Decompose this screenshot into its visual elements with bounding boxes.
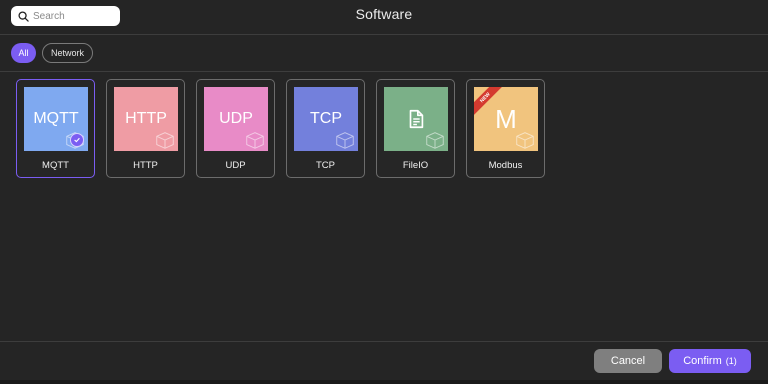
- tile: UDP: [204, 87, 268, 151]
- tile-text: TCP: [310, 110, 342, 127]
- card-label: TCP: [316, 160, 335, 171]
- card-label: MQTT: [42, 160, 69, 171]
- filter-divider: [0, 71, 768, 72]
- tile: [384, 87, 448, 151]
- header-bar: Software: [0, 0, 768, 35]
- card-label: UDP: [225, 160, 246, 171]
- package-icon: [156, 132, 174, 149]
- tile: NEW M: [474, 87, 538, 151]
- confirm-button[interactable]: Confirm (1): [669, 349, 751, 373]
- tile-text: MQTT: [33, 110, 79, 127]
- selected-check-icon: [70, 133, 84, 147]
- filter-chips: All Network: [11, 43, 93, 63]
- card-label: FileIO: [402, 160, 429, 171]
- software-card-http[interactable]: HTTP HTTP: [106, 79, 185, 178]
- software-card-fileio[interactable]: FileIO: [376, 79, 455, 178]
- package-icon: [336, 132, 354, 149]
- confirm-count: (1): [725, 356, 737, 366]
- package-icon: [426, 132, 444, 149]
- confirm-label: Confirm: [683, 355, 722, 367]
- software-card-mqtt[interactable]: MQTT MQTT: [16, 79, 95, 178]
- software-card-modbus[interactable]: NEW M Modbus: [466, 79, 545, 178]
- software-grid: MQTT MQTT HTTP HTTP UDP UDP TCP TCP File…: [16, 79, 545, 178]
- card-label: Modbus: [488, 160, 523, 171]
- tile-text: UDP: [219, 110, 253, 127]
- tile: TCP: [294, 87, 358, 151]
- cancel-button[interactable]: Cancel: [594, 349, 662, 373]
- filter-chip-all[interactable]: All: [11, 43, 36, 63]
- software-card-tcp[interactable]: TCP TCP: [286, 79, 365, 178]
- footer-divider: [0, 341, 768, 342]
- tile: MQTT: [24, 87, 88, 151]
- package-icon: [246, 132, 264, 149]
- cancel-label: Cancel: [610, 355, 646, 367]
- page-title: Software: [355, 6, 413, 22]
- card-label: HTTP: [133, 160, 158, 171]
- filter-chip-network[interactable]: Network: [42, 43, 93, 63]
- bottom-strip: [0, 380, 768, 384]
- tile-text: HTTP: [125, 110, 167, 127]
- tile: HTTP: [114, 87, 178, 151]
- package-icon: [516, 132, 534, 149]
- file-document-icon: [409, 109, 424, 129]
- software-card-udp[interactable]: UDP UDP: [196, 79, 275, 178]
